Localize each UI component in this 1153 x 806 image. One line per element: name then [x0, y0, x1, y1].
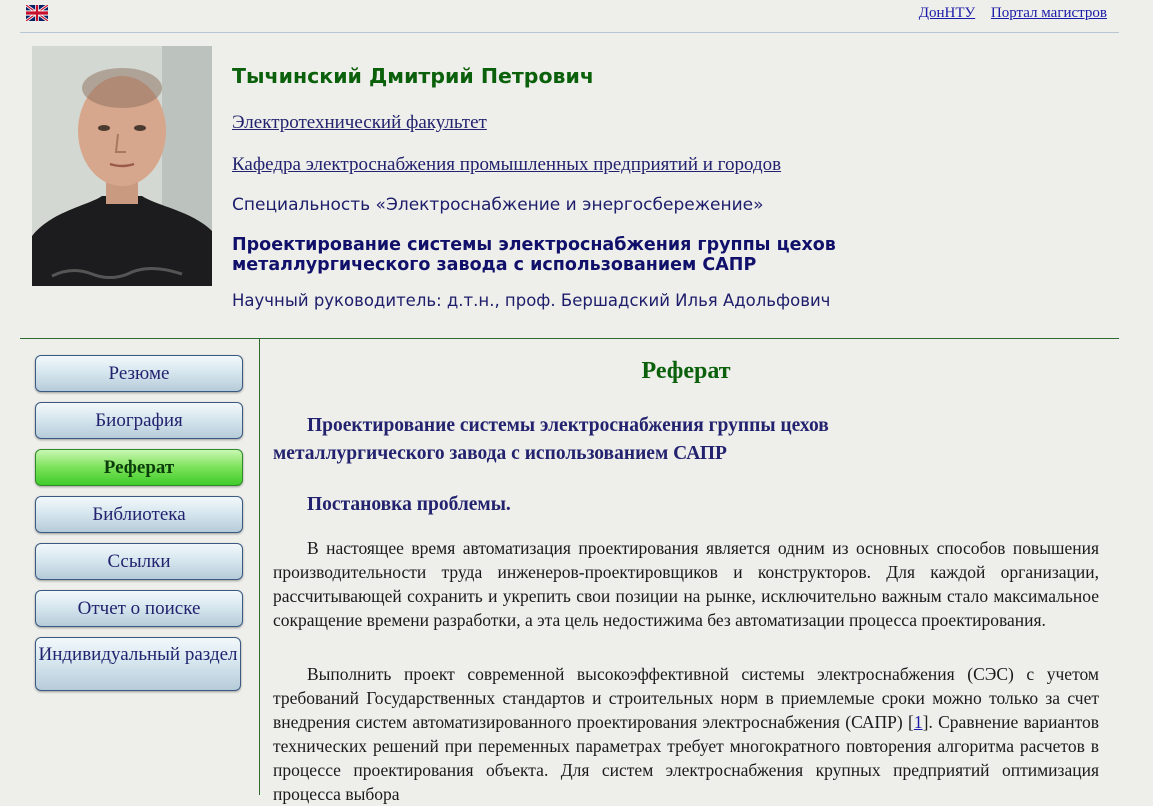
top-divider [20, 32, 1119, 33]
top-bar: ДонНТУ Портал магистров [0, 0, 1153, 32]
uk-flag-icon[interactable] [26, 5, 48, 21]
reference-link[interactable]: 1 [914, 712, 923, 732]
nav-abstract-button[interactable]: Реферат [35, 449, 243, 486]
abstract-topic: Проектирование системы электроснабжения … [273, 415, 829, 464]
nav-individual-section-button[interactable]: Индивидуальный раздел [35, 637, 241, 691]
header-divider [20, 338, 1119, 339]
nav-search-report-button[interactable]: Отчет о поиске [35, 590, 243, 627]
nav-library-button[interactable]: Библиотека [35, 496, 243, 533]
page-title: Реферат [641, 358, 731, 384]
supervisor: Научный руководитель: д.т.н., проф. Берш… [232, 291, 831, 310]
department-link[interactable]: Кафедра электроснабжения промышленных пр… [232, 154, 781, 176]
masters-portal-link[interactable]: Портал магистров [991, 5, 1107, 21]
profile-photo [32, 46, 212, 286]
paragraph: Выполнить проект современной высокоэффек… [273, 662, 1099, 806]
author-name: Тычинский Дмитрий Петрович [232, 64, 594, 88]
nav-links-button[interactable]: Ссылки [35, 543, 243, 580]
speciality: Специальность «Электроснабжение и энерго… [232, 195, 764, 215]
nav-biography-button[interactable]: Биография [35, 402, 243, 439]
faculty-link[interactable]: Электротехнический факультет [232, 112, 487, 134]
sidebar-divider [259, 338, 260, 795]
top-links: ДонНТУ Портал магистров [907, 5, 1107, 22]
nav-resume-button[interactable]: Резюме [35, 355, 243, 392]
donntu-link[interactable]: ДонНТУ [919, 5, 975, 21]
section-heading: Постановка проблемы. [307, 494, 511, 515]
paragraph: В настоящее время автоматизация проектир… [273, 538, 1099, 630]
dissertation-topic: Проектирование системы электроснабжения … [232, 235, 836, 275]
